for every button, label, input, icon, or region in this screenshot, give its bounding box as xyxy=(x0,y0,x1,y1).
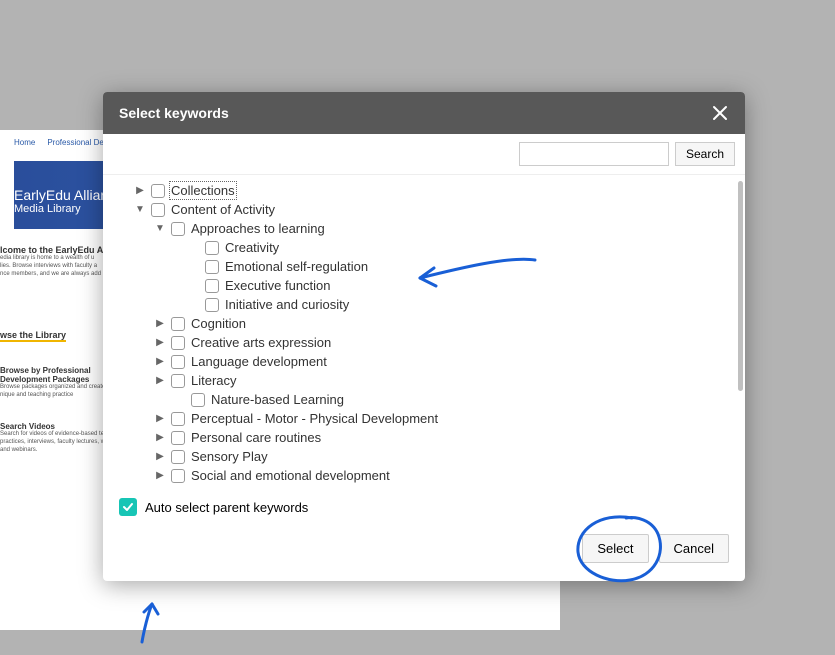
expand-icon[interactable]: ▶ xyxy=(155,376,165,386)
select-button[interactable]: Select xyxy=(582,534,648,563)
expand-icon[interactable]: ▶ xyxy=(155,414,165,424)
tree-row: ▶Emotional self-regulation xyxy=(115,257,739,276)
search-input[interactable] xyxy=(519,142,669,166)
tree-checkbox[interactable] xyxy=(171,317,185,331)
tree-checkbox[interactable] xyxy=(191,393,205,407)
tree-checkbox[interactable] xyxy=(205,279,219,293)
modal-header: Select keywords xyxy=(103,92,745,134)
tree-checkbox[interactable] xyxy=(205,260,219,274)
expand-icon[interactable]: ▶ xyxy=(155,319,165,329)
expand-icon[interactable]: ▶ xyxy=(155,452,165,462)
auto-select-checkbox[interactable] xyxy=(119,498,137,516)
tree-label[interactable]: Social and emotional development xyxy=(191,468,390,483)
tree-row: ▶ Social and emotional development xyxy=(115,466,739,484)
tree-label[interactable]: Emotional self-regulation xyxy=(225,259,368,274)
expand-icon[interactable]: ▶ xyxy=(155,471,165,481)
tree-checkbox[interactable] xyxy=(151,203,165,217)
tree-checkbox[interactable] xyxy=(205,241,219,255)
tree-checkbox[interactable] xyxy=(171,469,185,483)
expand-icon[interactable]: ▶ xyxy=(155,433,165,443)
tree-row: ▶Executive function xyxy=(115,276,739,295)
tree-row: ▶Creativity xyxy=(115,238,739,257)
collapse-icon[interactable]: ▼ xyxy=(155,224,165,234)
tree-label[interactable]: Personal care routines xyxy=(191,430,321,445)
tree-row: ▶ Perceptual - Motor - Physical Developme… xyxy=(115,409,739,428)
modal-overlay: Select keywords Search ▶ Collections ▼ Cont… xyxy=(0,0,835,638)
tree-checkbox[interactable] xyxy=(205,298,219,312)
expand-icon[interactable]: ▶ xyxy=(155,338,165,348)
tree-area: ▶ Collections ▼ Content of Activity ▼ Approac… xyxy=(103,175,745,490)
expand-icon[interactable]: ▶ xyxy=(155,357,165,367)
modal-title: Select keywords xyxy=(119,105,229,121)
tree-checkbox[interactable] xyxy=(171,374,185,388)
scrollbar[interactable] xyxy=(738,181,743,391)
tree-checkbox[interactable] xyxy=(171,431,185,445)
auto-select-label: Auto select parent keywords xyxy=(145,500,308,515)
tree-row: ▼ Approaches to learning xyxy=(115,219,739,238)
collapse-icon[interactable]: ▼ xyxy=(135,205,145,215)
modal-footer: Select Cancel xyxy=(103,516,745,581)
tree-checkbox[interactable] xyxy=(171,412,185,426)
tree-label[interactable]: Creative arts expression xyxy=(191,335,331,350)
search-button[interactable]: Search xyxy=(675,142,735,166)
tree-row: ▼ Content of Activity xyxy=(115,200,739,219)
tree-checkbox[interactable] xyxy=(171,336,185,350)
expand-icon[interactable]: ▶ xyxy=(135,186,145,196)
tree-label[interactable]: Initiative and curiosity xyxy=(225,297,349,312)
tree-label[interactable]: Literacy xyxy=(191,373,237,388)
close-icon[interactable] xyxy=(711,104,729,122)
tree-label[interactable]: Creativity xyxy=(225,240,279,255)
keyword-tree[interactable]: ▶ Collections ▼ Content of Activity ▼ Approac… xyxy=(115,181,739,484)
tree-label[interactable]: Sensory Play xyxy=(191,449,268,464)
tree-row: ▶ Sensory Play xyxy=(115,447,739,466)
auto-select-row: Auto select parent keywords xyxy=(103,490,745,516)
cancel-button[interactable]: Cancel xyxy=(659,534,729,563)
tree-row: ▶ Literacy xyxy=(115,371,739,390)
tree-checkbox[interactable] xyxy=(171,222,185,236)
tree-checkbox[interactable] xyxy=(151,184,165,198)
tree-checkbox[interactable] xyxy=(171,450,185,464)
tree-label[interactable]: Language development xyxy=(191,354,327,369)
tree-label[interactable]: Perceptual - Motor - Physical Developmen… xyxy=(191,411,438,426)
tree-row: ▶ Cognition xyxy=(115,314,739,333)
tree-label[interactable]: Approaches to learning xyxy=(191,221,325,236)
tree-label[interactable]: Cognition xyxy=(191,316,246,331)
select-keywords-modal: Select keywords Search ▶ Collections ▼ Cont… xyxy=(103,92,745,581)
tree-row: ▶ Collections xyxy=(115,181,739,200)
tree-label[interactable]: Executive function xyxy=(225,278,331,293)
tree-label[interactable]: Content of Activity xyxy=(171,202,275,217)
tree-row: ▶Nature-based Learning xyxy=(115,390,739,409)
tree-row: ▶ Creative arts expression xyxy=(115,333,739,352)
tree-label[interactable]: Nature-based Learning xyxy=(211,392,344,407)
tree-row: ▶Initiative and curiosity xyxy=(115,295,739,314)
tree-row: ▶ Language development xyxy=(115,352,739,371)
tree-label[interactable]: Collections xyxy=(171,183,235,198)
tree-checkbox[interactable] xyxy=(171,355,185,369)
search-bar: Search xyxy=(103,134,745,175)
tree-row: ▶ Personal care routines xyxy=(115,428,739,447)
